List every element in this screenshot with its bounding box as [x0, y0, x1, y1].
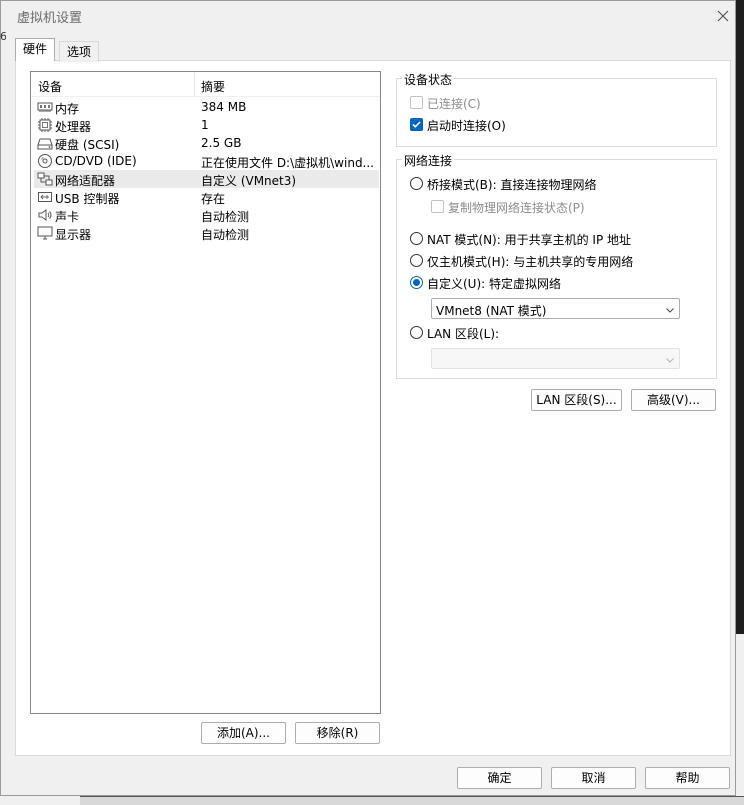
title-bar: 虚拟机设置 [1, 1, 735, 31]
device-row-cd-dvd[interactable]: CD/DVD (IDE) 正在使用文件 D:\虚拟机\wind... [34, 152, 379, 170]
network-connection-group: 网络连接 桥接模式(B): 直接连接物理网络 复制物理网络连接状态(P) NAT… [396, 152, 717, 379]
cpu-icon [37, 117, 53, 133]
device-summary: 2.5 GB [201, 136, 242, 150]
column-header-summary[interactable]: 摘要 [201, 78, 225, 95]
device-row-usb-controller[interactable]: USB 控制器 存在 [34, 188, 379, 206]
device-status-title: 设备状态 [402, 71, 455, 88]
background-window-edge [736, 0, 744, 634]
custom-radio[interactable] [410, 276, 423, 289]
nat-radio[interactable] [410, 232, 423, 245]
remove-button[interactable]: 移除(R) [295, 722, 380, 744]
device-row-processor[interactable]: 处理器 1 [34, 116, 379, 134]
close-icon[interactable] [713, 6, 733, 26]
device-summary: 1 [201, 118, 209, 132]
device-row-display[interactable]: 显示器 自动检测 [34, 224, 379, 242]
device-summary: 正在使用文件 D:\虚拟机\wind... [201, 156, 374, 170]
host-only-radio[interactable] [410, 254, 423, 267]
tab-hardware[interactable]: 硬件 [15, 38, 56, 61]
column-header-device[interactable]: 设备 [38, 78, 62, 95]
lan-segments-button[interactable]: LAN 区段(S)... [531, 389, 622, 411]
device-summary: 自定义 (VMnet3) [201, 174, 297, 188]
vm-settings-dialog: 虚拟机设置 硬件 选项 设备 摘要 内存 384 MB 处理器 1 硬盘 (SC… [0, 0, 736, 796]
speaker-icon [37, 207, 53, 223]
device-list[interactable]: 设备 摘要 内存 384 MB 处理器 1 硬盘 (SCSI) 2.5 GB C… [30, 71, 381, 714]
device-name: 处理器 [55, 120, 92, 134]
bridged-label: 桥接模式(B): 直接连接物理网络 [427, 178, 597, 192]
chevron-down-icon [665, 304, 675, 314]
device-status-group: 设备状态 已连接(C) 启动时连接(O) [396, 71, 717, 147]
add-button[interactable]: 添加(A)... [201, 722, 286, 744]
nat-label: NAT 模式(N): 用于共享主机的 IP 地址 [427, 233, 632, 247]
help-button[interactable]: 帮助 [645, 767, 730, 789]
device-name: 硬盘 (SCSI) [55, 138, 120, 152]
connect-at-power-on-label: 启动时连接(O) [427, 119, 506, 133]
device-list-header: 设备 摘要 [31, 72, 380, 97]
memory-icon [37, 99, 53, 115]
lan-segment-radio[interactable] [410, 326, 423, 339]
network-connection-title: 网络连接 [402, 152, 455, 169]
device-name: 内存 [55, 102, 80, 116]
device-row-network-adapter[interactable]: 网络适配器 自定义 (VMnet3) [34, 170, 379, 188]
device-name: CD/DVD (IDE) [55, 154, 137, 168]
device-name: 显示器 [55, 228, 92, 242]
advanced-button[interactable]: 高级(V)... [631, 389, 716, 411]
device-summary: 自动检测 [201, 210, 250, 224]
display-icon [37, 225, 53, 241]
device-summary: 存在 [201, 192, 226, 206]
custom-network-select[interactable]: VMnet8 (NAT 模式) [431, 298, 680, 319]
usb-icon [37, 189, 53, 205]
hard-disk-icon [37, 135, 53, 151]
bridged-radio[interactable] [410, 177, 423, 190]
device-row-sound-card[interactable]: 声卡 自动检测 [34, 206, 379, 224]
device-summary: 384 MB [201, 100, 247, 114]
lan-segment-select[interactable] [431, 348, 680, 369]
chevron-down-icon [665, 354, 675, 364]
connect-at-power-on-checkbox[interactable] [410, 118, 423, 131]
cancel-button[interactable]: 取消 [551, 767, 636, 789]
window-title: 虚拟机设置 [17, 11, 83, 26]
device-name: 声卡 [55, 210, 80, 224]
ok-button[interactable]: 确定 [457, 767, 542, 789]
custom-network-value: VMnet8 (NAT 模式) [436, 304, 547, 318]
connected-label: 已连接(C) [427, 97, 481, 111]
replicate-state-label: 复制物理网络连接状态(P) [448, 201, 585, 215]
column-separator[interactable] [194, 72, 195, 96]
background-window-text: 64 [0, 30, 6, 43]
device-name: USB 控制器 [55, 192, 120, 206]
host-only-label: 仅主机模式(H): 与主机共享的专用网络 [427, 255, 634, 269]
device-row-hard-disk[interactable]: 硬盘 (SCSI) 2.5 GB [34, 134, 379, 152]
network-adapter-icon [37, 171, 53, 187]
device-summary: 自动检测 [201, 228, 250, 242]
device-name: 网络适配器 [55, 174, 116, 188]
cd-dvd-icon [37, 153, 53, 169]
lan-segment-label: LAN 区段(L): [427, 327, 500, 341]
device-row-memory[interactable]: 内存 384 MB [34, 98, 379, 116]
replicate-state-checkbox[interactable] [431, 200, 444, 213]
connected-checkbox[interactable] [410, 96, 423, 109]
custom-label: 自定义(U): 特定虚拟网络 [427, 277, 562, 291]
tab-options[interactable]: 选项 [59, 41, 100, 62]
